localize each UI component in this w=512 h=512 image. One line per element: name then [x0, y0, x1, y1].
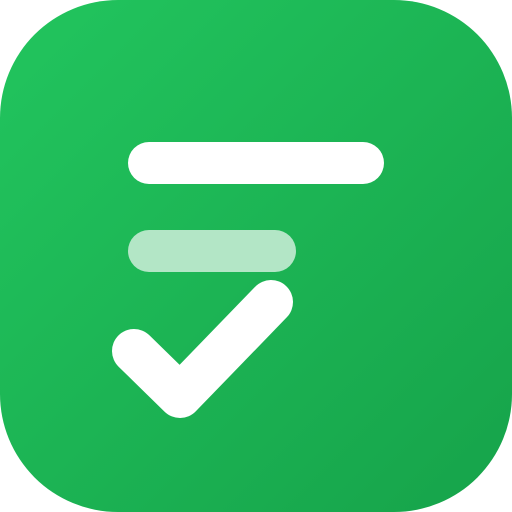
app-icon[interactable]: [0, 0, 512, 512]
checklist-icon: [0, 0, 512, 512]
